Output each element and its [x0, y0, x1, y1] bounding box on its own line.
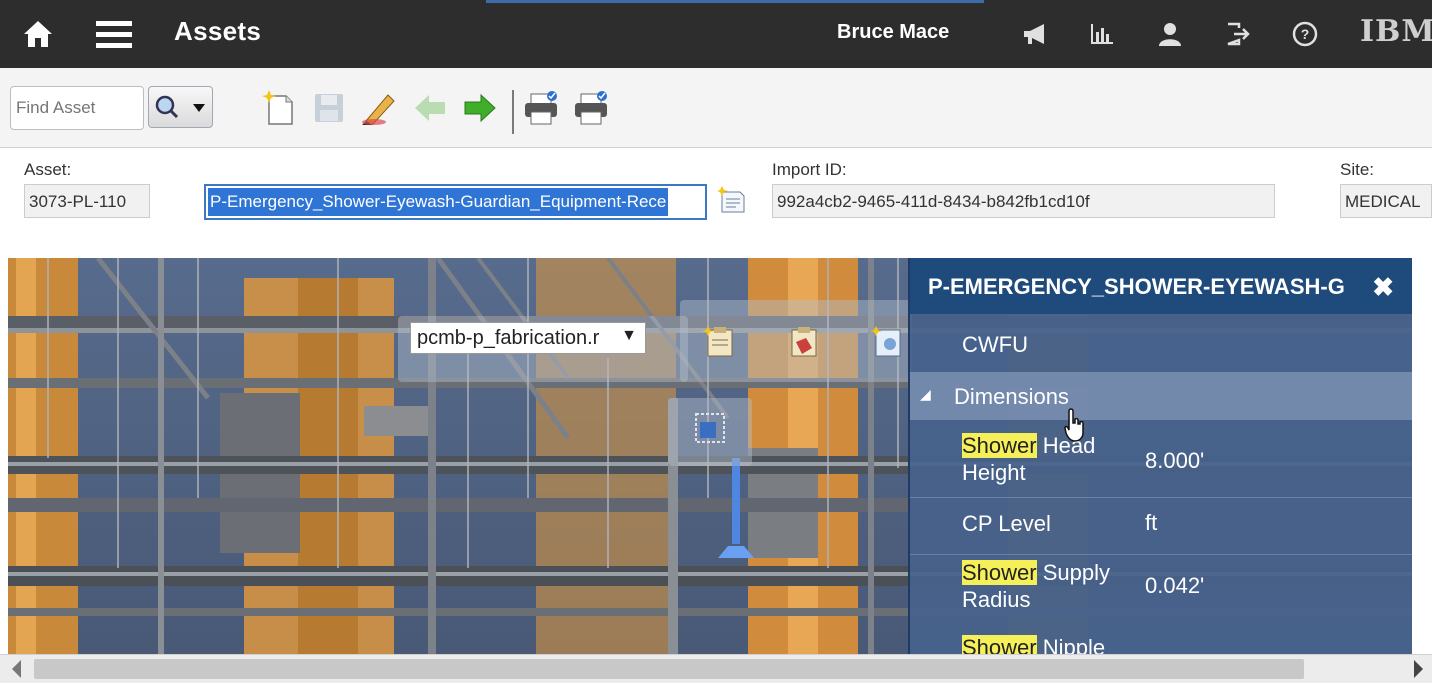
page-title: Assets [174, 16, 262, 46]
help-icon[interactable]: ? [1285, 14, 1325, 54]
asset-description-field[interactable]: P-Emergency_Shower-Eyewash-Guardian_Equi… [204, 184, 707, 220]
select-region-icon[interactable] [692, 410, 728, 446]
find-asset-input[interactable] [10, 86, 144, 130]
hand-cursor-icon [1064, 407, 1086, 443]
profile-icon[interactable] [1150, 14, 1190, 54]
property-row: Shower Nipple [910, 630, 1412, 654]
property-group-label: CWFU [962, 332, 1028, 357]
print-attachments-icon[interactable] [572, 88, 610, 128]
previous-icon[interactable] [411, 88, 449, 128]
properties-panel: P-EMERGENCY_SHOWER-EYEWASH-G ✖ CWFU ◢ Di… [908, 258, 1412, 654]
menu-icon[interactable] [94, 14, 134, 54]
property-group-cwfu[interactable]: CWFU [910, 314, 1412, 372]
horizontal-scrollbar[interactable] [0, 654, 1432, 683]
property-section-dimensions[interactable]: ◢ Dimensions [910, 372, 1412, 420]
asset-description-text: P-Emergency_Shower-Eyewash-Guardian_Equi… [208, 188, 669, 216]
model-file-select[interactable]: pcmb-p_fabrication.r ▼ [410, 322, 646, 354]
expand-triangle-icon: ◢ [920, 386, 931, 402]
scroll-left-icon[interactable] [12, 660, 21, 678]
scrollbar-thumb[interactable] [34, 659, 1304, 679]
long-description-icon[interactable] [716, 186, 748, 216]
scroll-right-icon[interactable] [1414, 660, 1423, 678]
ibm-logo: IBM [1360, 14, 1432, 49]
asset-label: Asset: [24, 160, 72, 179]
print-icon[interactable] [522, 88, 560, 128]
model-file-select-value: pcmb-p_fabrication.r [417, 327, 600, 349]
import-id-label: Import ID: [772, 160, 847, 179]
save-icon[interactable] [310, 88, 348, 128]
asset-details-icon[interactable] [702, 324, 738, 360]
top-navigation-bar: Assets Bruce Mace ? IBM [0, 0, 1432, 68]
bulletin-icon[interactable] [1016, 14, 1056, 54]
signout-icon[interactable] [1218, 14, 1258, 54]
reports-icon[interactable] [1082, 14, 1122, 54]
site-field[interactable]: MEDICAL [1340, 184, 1432, 218]
home-icon[interactable] [18, 14, 58, 54]
top-accent-line [486, 0, 984, 3]
property-row: Shower Head Height 8.000' [910, 428, 1412, 498]
asset-header-fields: Asset: 3073-PL-110 P-Emergency_Shower-Ey… [0, 148, 1432, 258]
property-value: 0.042' [1145, 573, 1205, 598]
property-name: Shower Supply Radius [962, 560, 1110, 612]
user-name[interactable]: Bruce Mace [837, 21, 949, 44]
site-label: Site: [1340, 160, 1375, 179]
chevron-down-icon: ▼ [621, 327, 637, 344]
property-value: 8.000' [1145, 448, 1205, 473]
svg-text:?: ? [1301, 26, 1310, 42]
toolbar-separator [512, 90, 514, 134]
toolbar [0, 68, 1432, 148]
import-id-field[interactable]: 992a4cb2-9465-411d-8434-b842fb1cd10f [772, 184, 1275, 218]
property-name: Shower Head Height [962, 433, 1096, 485]
property-name: Shower Nipple [962, 634, 1142, 654]
asset-number-field[interactable]: 3073-PL-110 [24, 184, 150, 218]
property-name: CP Level [962, 511, 1051, 536]
service-request-icon[interactable] [870, 324, 906, 360]
property-section-label: Dimensions [954, 384, 1069, 409]
property-value: ft [1145, 510, 1158, 535]
edit-icon[interactable] [359, 88, 397, 128]
properties-panel-title: P-EMERGENCY_SHOWER-EYEWASH-G [910, 258, 1412, 314]
next-icon[interactable] [461, 88, 499, 128]
property-row: CP Level ft [910, 500, 1412, 550]
close-icon[interactable]: ✖ [1372, 272, 1394, 303]
find-asset-search-button[interactable] [148, 86, 213, 128]
property-row: Shower Supply Radius 0.042' [910, 554, 1412, 626]
work-order-icon[interactable] [786, 324, 822, 360]
new-record-icon[interactable] [260, 88, 298, 128]
